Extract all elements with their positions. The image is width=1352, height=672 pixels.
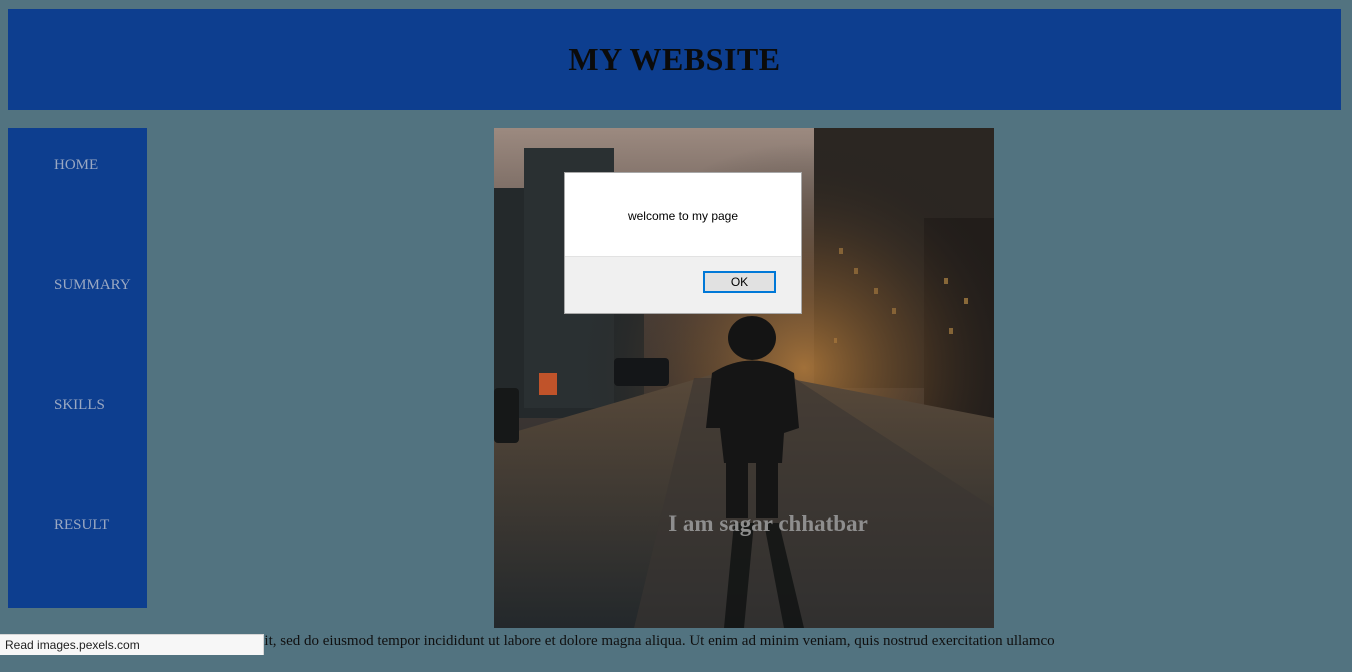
sidebar-nav: HOME SUMMARY SKILLS RESULT <box>8 128 147 608</box>
site-title: MY WEBSITE <box>568 41 781 77</box>
ok-button[interactable]: OK <box>703 271 776 293</box>
alert-footer: OK <box>565 256 801 313</box>
alert-message: welcome to my page <box>627 209 739 223</box>
browser-status-bar: Read images.pexels.com <box>0 634 264 655</box>
site-header: MY WEBSITE <box>8 9 1341 110</box>
sidebar-item-home[interactable]: HOME <box>54 157 98 174</box>
hero-caption: I am sagar chhatbar <box>668 511 868 536</box>
sidebar-item-summary[interactable]: SUMMARY <box>54 277 131 294</box>
sidebar-item-skills[interactable]: SKILLS <box>54 397 105 414</box>
alert-dialog: welcome to my page OK <box>564 172 802 314</box>
sidebar-item-result[interactable]: RESULT <box>54 517 109 534</box>
